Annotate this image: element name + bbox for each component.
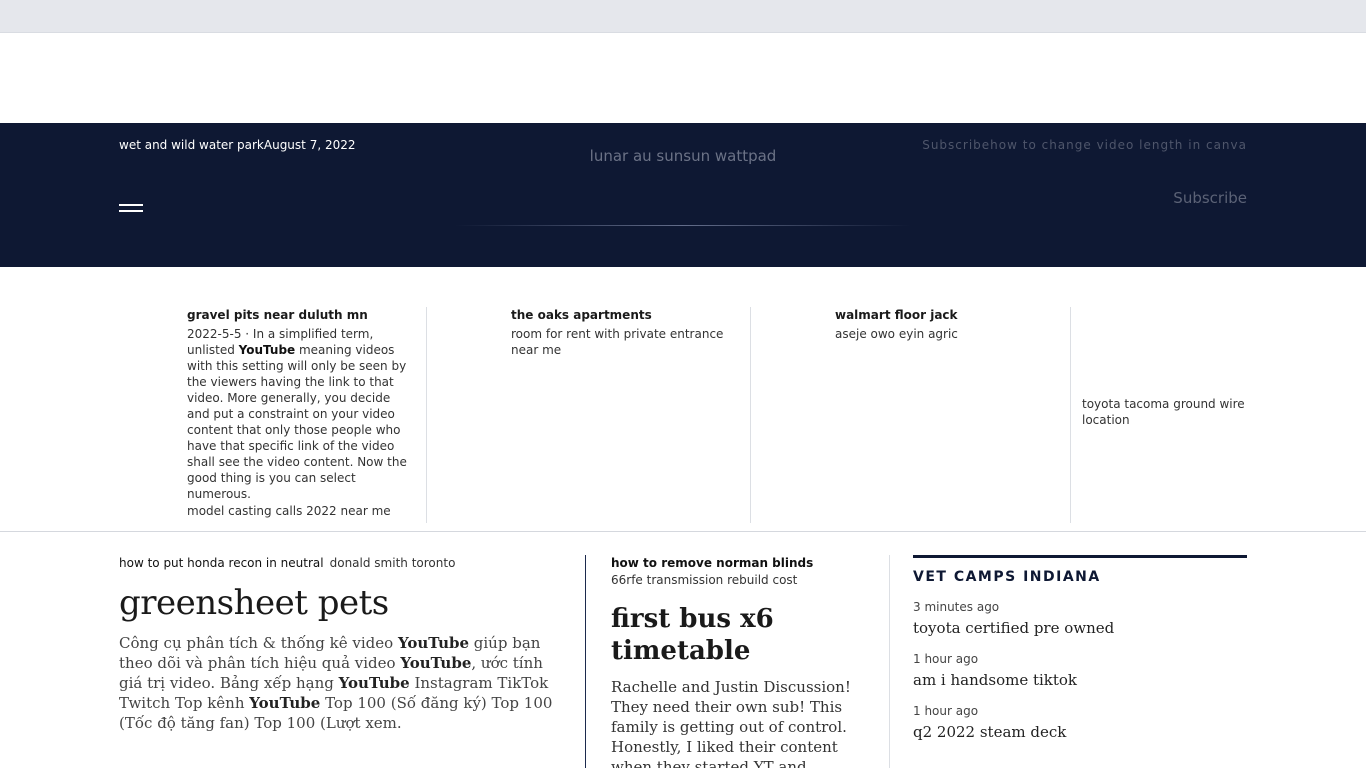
card-divider: [426, 307, 427, 523]
header-top-links[interactable]: Subscribehow to change video length in c…: [922, 138, 1247, 152]
post-title[interactable]: am i handsome tiktok: [913, 670, 1247, 690]
hamburger-menu-icon[interactable]: [119, 203, 143, 215]
recent-posts-sidebar: VET CAMPS INDIANA 3 minutes ago toyota c…: [913, 555, 1247, 742]
featured-cards: gravel pits near duluth mn 2022-5-5 · In…: [0, 307, 1366, 523]
sidebar-post[interactable]: 3 minutes ago toyota certified pre owned: [913, 599, 1247, 638]
card-title[interactable]: gravel pits near duluth mn: [187, 307, 412, 323]
card-1[interactable]: gravel pits near duluth mn 2022-5-5 · In…: [187, 307, 412, 523]
card-3[interactable]: walmart floor jack aseje owo eyin agric: [835, 307, 1060, 523]
card-divider: [750, 307, 751, 523]
card-excerpt: 2022-5-5 · In a simplified term, unliste…: [187, 327, 407, 501]
post-timestamp: 1 hour ago: [913, 704, 979, 718]
column-divider: [889, 555, 890, 768]
article-tags: how to put honda recon in neutral donald …: [119, 555, 564, 571]
card-footer-link[interactable]: model casting calls 2022 near me: [187, 503, 391, 519]
browser-top-bar: [0, 0, 1366, 33]
post-title[interactable]: toyota certified pre owned: [913, 618, 1247, 638]
column-divider: [585, 555, 586, 768]
article-excerpt: Công cụ phân tích & thống kê video YouTu…: [119, 634, 553, 732]
card-2[interactable]: the oaks apartments room for rent with p…: [511, 307, 736, 523]
card-excerpt[interactable]: toyota tacoma ground wire location: [1082, 396, 1252, 428]
sidebar-post[interactable]: 1 hour ago q2 2022 steam deck: [913, 703, 1247, 742]
article-title[interactable]: greensheet pets: [119, 583, 564, 623]
card-excerpt: room for rent with private entrance near…: [511, 327, 724, 357]
main-article: how to put honda recon in neutral donald …: [119, 555, 564, 733]
sidebar-post[interactable]: 1 hour ago am i handsome tiktok: [913, 651, 1247, 690]
post-timestamp: 3 minutes ago: [913, 600, 1000, 614]
secondary-article: how to remove norman blinds 66rfe transm…: [611, 555, 871, 768]
card-excerpt: aseje owo eyin agric: [835, 327, 958, 341]
sidebar-heading: VET CAMPS INDIANA: [913, 569, 1101, 585]
article-category-link[interactable]: how to put honda recon in neutral: [119, 556, 324, 570]
card-title[interactable]: the oaks apartments: [511, 307, 736, 323]
secondary-article-title[interactable]: first bus x6 timetable: [611, 603, 871, 667]
secondary-article-excerpt: Rachelle and Justin Discussion! They nee…: [611, 678, 851, 768]
article-author-link[interactable]: donald smith toronto: [330, 556, 456, 570]
subscribe-link[interactable]: Subscribe: [1173, 189, 1247, 207]
site-header: wet and wild water parkAugust 7, 2022 lu…: [0, 123, 1366, 267]
card-divider: [1070, 307, 1071, 523]
post-title[interactable]: q2 2022 steam deck: [913, 722, 1247, 742]
ad-space: [0, 33, 1366, 123]
post-timestamp: 1 hour ago: [913, 652, 979, 666]
secondary-article-author[interactable]: 66rfe transmission rebuild cost: [611, 572, 871, 588]
secondary-article-category[interactable]: how to remove norman blinds: [611, 555, 871, 571]
header-divider: [455, 225, 911, 226]
section-divider: [0, 531, 1366, 532]
card-title[interactable]: walmart floor jack: [835, 307, 1060, 323]
